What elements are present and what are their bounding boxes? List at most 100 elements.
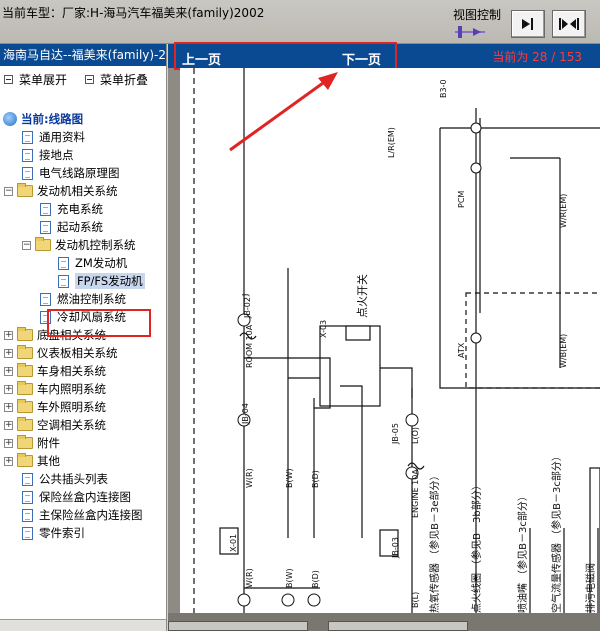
view-slider[interactable] bbox=[455, 25, 485, 39]
tree-node-fpfs[interactable]: FP/FS发动机 bbox=[58, 272, 145, 290]
bottom-tab[interactable] bbox=[168, 621, 308, 631]
label-ignition-switch: 点火开关 bbox=[355, 274, 369, 318]
expand-icon[interactable]: + bbox=[4, 438, 13, 448]
tree-node-principle[interactable]: 电气线路原理图 bbox=[22, 164, 120, 182]
document-icon bbox=[22, 148, 33, 162]
label-b3: B3-0 bbox=[439, 79, 448, 98]
collapse-menu-button[interactable]: 菜单折叠 bbox=[85, 71, 148, 88]
tree-label: 当前:线路图 bbox=[21, 112, 84, 126]
label-jb04: JB-04 bbox=[241, 403, 250, 425]
menu-controls: 菜单展开 菜单折叠 bbox=[0, 66, 166, 92]
tree-node-other[interactable]: + 其他 bbox=[4, 452, 60, 470]
folder-icon bbox=[17, 399, 33, 413]
tree-label: 电气线路原理图 bbox=[39, 166, 120, 180]
tree-label: 起动系统 bbox=[57, 220, 103, 234]
tree-node-current[interactable]: 当前:线路图 bbox=[3, 110, 83, 128]
page-indicator: 当前为 28 / 153 bbox=[492, 50, 582, 64]
tree-label: 车外照明系统 bbox=[37, 400, 106, 414]
label-wb-em: W/B(EM) bbox=[559, 334, 568, 368]
label-bd: B(D) bbox=[311, 470, 320, 488]
fit-view-button[interactable] bbox=[552, 10, 586, 38]
tree-node-ground[interactable]: 接地点 bbox=[22, 146, 74, 164]
document-icon bbox=[22, 166, 33, 180]
document-icon bbox=[22, 472, 33, 486]
page-navigation-bar: 上一页 下一页 当前为 28 / 153 bbox=[168, 42, 600, 70]
expand-icon[interactable]: + bbox=[4, 402, 13, 412]
horizontal-scrollbar[interactable] bbox=[0, 619, 166, 631]
tree-label: 车内照明系统 bbox=[37, 382, 106, 396]
expand-icon[interactable]: + bbox=[4, 348, 13, 358]
folder-open-icon bbox=[35, 237, 51, 251]
expand-icon[interactable]: + bbox=[4, 420, 13, 430]
tree-label: FP/FS发动机 bbox=[75, 273, 145, 289]
folder-icon bbox=[17, 381, 33, 395]
expand-icon[interactable]: + bbox=[4, 456, 13, 466]
tree-node-instrument[interactable]: + 仪表板相关系统 bbox=[4, 344, 118, 362]
label-wr-em: W/R(EM) bbox=[559, 194, 568, 228]
next-page-button[interactable]: 下一页 bbox=[342, 49, 381, 68]
document-icon bbox=[58, 256, 69, 270]
label-j: J bbox=[241, 294, 250, 297]
tree-node-body[interactable]: + 车身相关系统 bbox=[4, 362, 106, 380]
tree-label: 保险丝盒内连接图 bbox=[39, 490, 131, 504]
folder-icon bbox=[17, 453, 33, 467]
label-bd-f: B(D) bbox=[311, 570, 320, 588]
tree-label: 其他 bbox=[37, 454, 60, 468]
tree-label: 公共插头列表 bbox=[39, 472, 108, 486]
label-pcm: PCM bbox=[457, 191, 466, 208]
collapse-icon[interactable]: − bbox=[4, 186, 13, 196]
label-jb03: JB-03 bbox=[391, 537, 400, 559]
label-x01: X-01 bbox=[229, 534, 238, 552]
arrows-inward-icon bbox=[559, 18, 579, 30]
folder-icon bbox=[17, 363, 33, 377]
wiring-diagram-canvas: JB-02 J ROOM 10A JB-04 W(R) B(W) B(D) X-… bbox=[193, 68, 600, 613]
tree-node-general[interactable]: 通用资料 bbox=[22, 128, 85, 146]
tree-node-ac[interactable]: + 空调相关系统 bbox=[4, 416, 106, 434]
single-page-view-button[interactable] bbox=[511, 10, 545, 38]
label-lr: L/R(EM) bbox=[387, 127, 396, 158]
tree-node-accessory[interactable]: + 附件 bbox=[4, 434, 60, 452]
arrow-to-bar-icon bbox=[522, 18, 533, 30]
tree-node-fuel[interactable]: 燃油控制系统 bbox=[40, 290, 126, 308]
expand-menu-button[interactable]: 菜单展开 bbox=[4, 71, 67, 88]
globe-icon bbox=[3, 112, 17, 126]
tree-node-main-fuse-box[interactable]: 主保险丝盒内连接图 bbox=[22, 506, 143, 524]
diagram-panel: 上一页 下一页 当前为 28 / 153 JB-02 J ROOM 10A JB… bbox=[168, 42, 600, 631]
collapse-icon[interactable]: − bbox=[22, 240, 31, 250]
expand-icon[interactable]: + bbox=[4, 330, 13, 340]
page-nav-highlight: 上一页 下一页 bbox=[174, 42, 397, 70]
wiring-diagram[interactable]: JB-02 J ROOM 10A JB-04 W(R) B(W) B(D) X-… bbox=[180, 68, 600, 613]
tree-node-fuse-box[interactable]: 保险丝盒内连接图 bbox=[22, 488, 131, 506]
label-wr-f: W(R) bbox=[245, 568, 254, 588]
document-icon bbox=[22, 490, 33, 504]
tree-node-charging[interactable]: 充电系统 bbox=[40, 200, 103, 218]
tree-label: 仪表板相关系统 bbox=[37, 346, 118, 360]
expand-icon[interactable]: + bbox=[4, 366, 13, 376]
document-title: 海南马自达--福美来(family)-2002 bbox=[0, 44, 166, 66]
tree-node-exterior-light[interactable]: + 车外照明系统 bbox=[4, 398, 106, 416]
bottom-tab[interactable] bbox=[328, 621, 468, 631]
tree-node-connectors[interactable]: 公共插头列表 bbox=[22, 470, 108, 488]
label-o2-sensor: 热氧传感器 （参见B－3e部分） bbox=[428, 470, 441, 613]
tree-label: 车身相关系统 bbox=[37, 364, 106, 378]
previous-page-button[interactable]: 上一页 bbox=[182, 49, 221, 68]
document-icon bbox=[22, 130, 33, 144]
tree-node-engine[interactable]: − 发动机相关系统 bbox=[4, 182, 118, 200]
document-icon bbox=[40, 220, 51, 234]
folder-icon bbox=[17, 345, 33, 359]
top-toolbar: 当前车型：厂家:H-海马汽车福美来(family)2002 视图控制 bbox=[0, 0, 600, 44]
tree-node-starting[interactable]: 起动系统 bbox=[40, 218, 103, 236]
tree-node-engine-control[interactable]: − 发动机控制系统 bbox=[22, 236, 136, 254]
expand-icon[interactable]: + bbox=[4, 384, 13, 394]
label-purge-valve: 排污电磁阀 bbox=[584, 563, 597, 613]
tree-label: 发动机控制系统 bbox=[55, 238, 136, 252]
tree-label: 空调相关系统 bbox=[37, 418, 106, 432]
tree-label: 接地点 bbox=[39, 148, 74, 162]
tree-label: 充电系统 bbox=[57, 202, 103, 216]
tree-node-interior-light[interactable]: + 车内照明系统 bbox=[4, 380, 106, 398]
tree-node-parts-index[interactable]: 零件索引 bbox=[22, 524, 85, 542]
tree-node-zm[interactable]: ZM发动机 bbox=[58, 254, 127, 272]
label-engine-fuse: ENGINE 10A bbox=[411, 469, 420, 518]
car-model-label: 当前车型：厂家:H-海马汽车福美来(family)2002 bbox=[2, 6, 265, 20]
tree-label: 零件索引 bbox=[39, 526, 85, 540]
